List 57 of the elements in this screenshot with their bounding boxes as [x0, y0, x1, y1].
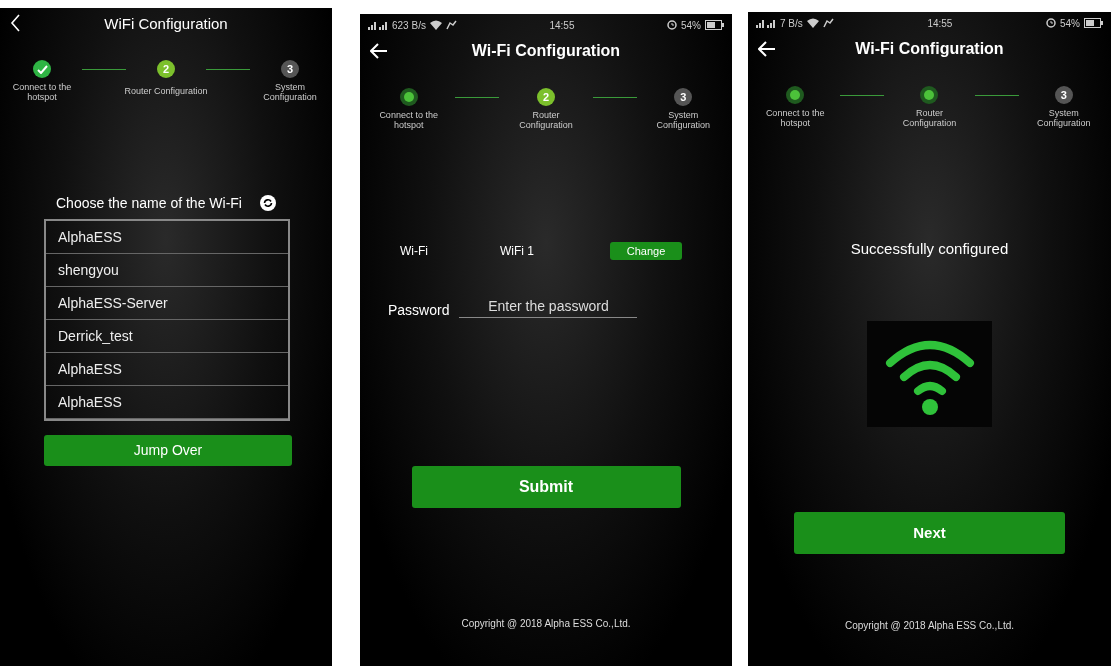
wifi-icon [429, 20, 442, 30]
screen-title: Wi-Fi Configuration [854, 40, 1005, 58]
password-label: Password [388, 301, 450, 318]
signal-icon [756, 18, 776, 28]
step-label: Connect to the hotspot [378, 110, 439, 131]
step-number: 3 [1054, 86, 1073, 104]
clock-icon [1046, 18, 1056, 28]
password-field[interactable]: Enter the password [459, 297, 638, 318]
battery-icon [1084, 18, 1103, 28]
step-label: Router Configuration [901, 108, 958, 129]
step-label: System Configuration [1036, 108, 1092, 129]
back-arrow-icon[interactable] [758, 41, 776, 57]
wifi-label: Wi-Fi [400, 243, 429, 258]
wifi-network-item[interactable]: shengyou [46, 253, 288, 287]
back-icon[interactable] [10, 14, 21, 32]
network-speed: 623 B/s [392, 19, 426, 31]
step-label: Connect to the hotspot [764, 108, 826, 129]
jump-over-button[interactable]: Jump Over [44, 434, 292, 466]
step-number: 2 [157, 60, 175, 78]
completed-step-icon [920, 86, 939, 104]
battery-percentage: 54% [681, 19, 701, 31]
success-message: Successfully configured [849, 239, 1010, 257]
status-time: 14:55 [926, 17, 954, 29]
completed-step-icon [399, 88, 418, 106]
step-number: 2 [537, 88, 555, 106]
wifi-name: WiFi 1 [500, 243, 535, 258]
check-icon [36, 64, 48, 74]
battery-percentage: 54% [1060, 17, 1080, 29]
signal-icon [368, 20, 388, 30]
clock-icon [667, 20, 677, 30]
wifi-icon [806, 18, 819, 28]
step-label: System Configuration [262, 82, 318, 103]
step-label: Connect to the hotspot [11, 82, 73, 103]
step-label: Router Configuration [518, 110, 574, 131]
network-speed: 7 B/s [780, 17, 803, 29]
wifi-network-item[interactable]: AlphaESS [46, 220, 288, 254]
change-button[interactable]: Change [610, 241, 682, 260]
step-label: System Configuration [655, 110, 712, 131]
completed-step-icon [786, 86, 805, 104]
refresh-icon[interactable] [260, 194, 276, 211]
screen-title: WiFi Configuration [103, 14, 229, 32]
wifi-prompt: Choose the name of the Wi-Fi [56, 194, 242, 211]
copyright-text: Copyright @ 2018 Alpha ESS Co.,Ltd. [843, 619, 1016, 631]
copyright-text: Copyright @ 2018 Alpha ESS Co.,Ltd. [460, 617, 632, 629]
wifi-network-item[interactable]: AlphaESS [46, 352, 288, 386]
submit-button[interactable]: Submit [411, 465, 681, 508]
screen-title: Wi-Fi Configuration [470, 42, 622, 60]
status-time: 14:55 [548, 19, 576, 31]
wifi-network-item[interactable]: AlphaESS [46, 385, 288, 419]
battery-icon [705, 20, 724, 30]
step-number: 3 [674, 88, 693, 106]
wifi-network-item[interactable]: Derrick_test [46, 319, 288, 353]
wifi-network-item[interactable]: AlphaESS-Server [46, 286, 288, 320]
step-label: Router Configuration [124, 86, 208, 97]
back-arrow-icon[interactable] [370, 43, 388, 59]
step-number: 3 [281, 60, 299, 78]
next-button[interactable]: Next [794, 511, 1065, 554]
